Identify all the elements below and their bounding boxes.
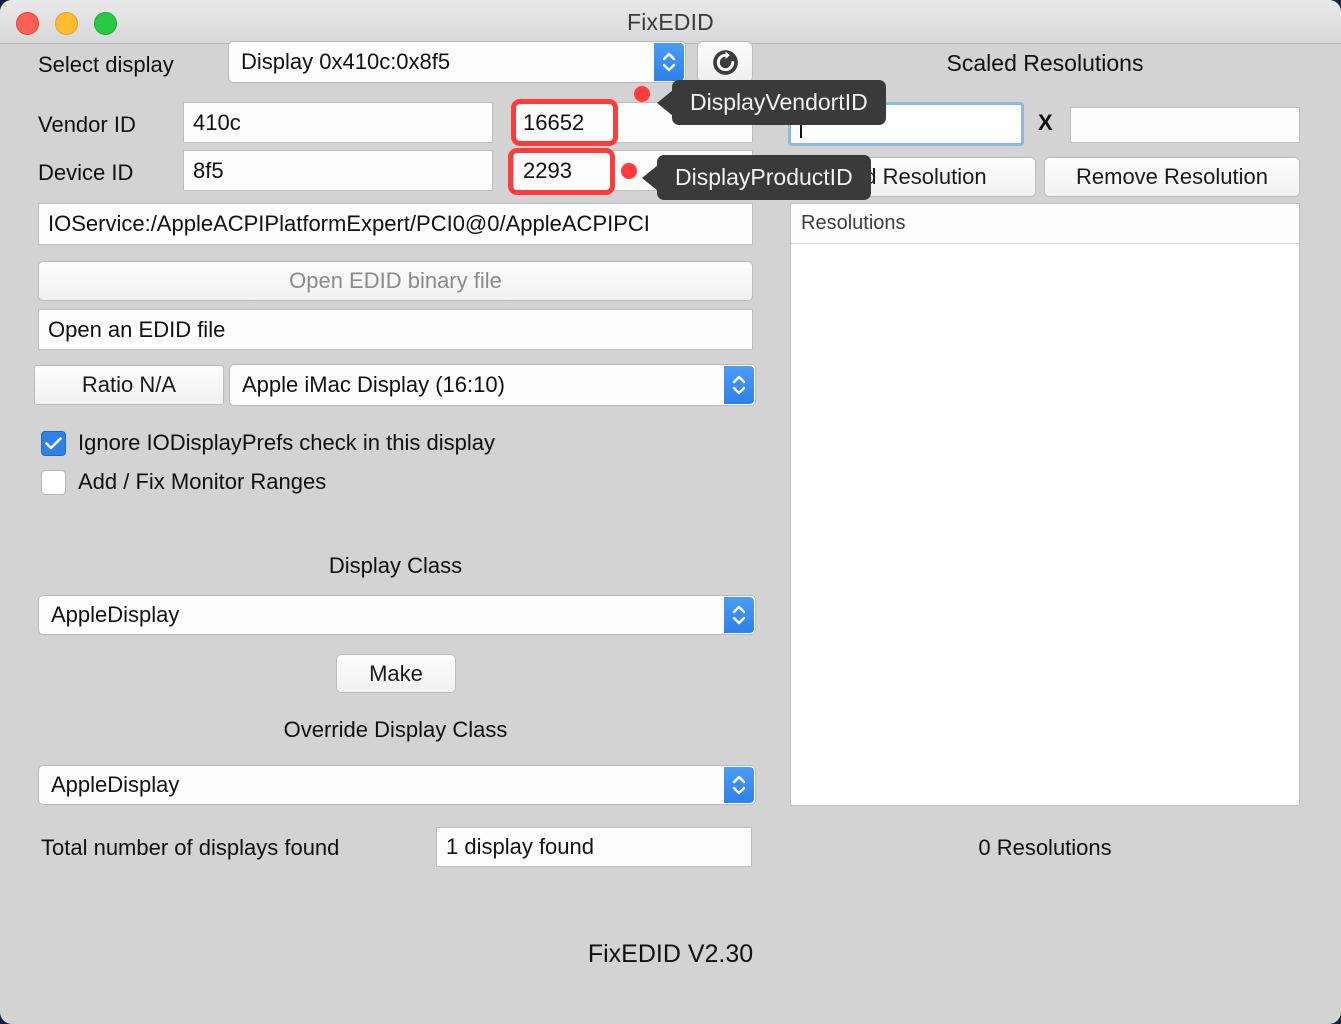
ignore-iodisplayprefs-checkbox-row[interactable]: Ignore IODisplayPrefs check in this disp… bbox=[41, 430, 495, 456]
total-displays-label: Total number of displays found bbox=[41, 835, 340, 860]
vendor-id-hex-input[interactable]: 410c bbox=[183, 102, 493, 143]
ignore-iodisplayprefs-label: Ignore IODisplayPrefs check in this disp… bbox=[78, 430, 495, 455]
ratio-label: Ratio N/A bbox=[81, 372, 177, 397]
display-class-title: Display Class bbox=[328, 553, 463, 578]
chevron-updown-icon bbox=[662, 52, 676, 72]
select-display-value: Display 0x410c:0x8f5 bbox=[241, 49, 451, 74]
total-displays-value: 1 display found bbox=[446, 834, 594, 859]
io-service-path-value: IOService:/AppleACPIPlatformExpert/PCI0@… bbox=[48, 211, 650, 236]
device-id-annotation-dot bbox=[621, 163, 637, 179]
vendor-id-hex-value: 410c bbox=[193, 109, 241, 135]
display-class-stepper[interactable] bbox=[724, 597, 754, 633]
override-display-class-combobox[interactable]: AppleDisplay bbox=[38, 765, 756, 805]
checkmark-icon bbox=[45, 436, 62, 449]
make-label: Make bbox=[369, 660, 423, 686]
display-product-id-tooltip-text: DisplayProductID bbox=[675, 164, 853, 190]
remove-resolution-label: Remove Resolution bbox=[1076, 164, 1268, 189]
app-window: FixEDID Select display Display 0x410c:0x… bbox=[0, 0, 1341, 1024]
device-id-hex-value: 8f5 bbox=[193, 157, 224, 183]
version-label: FixEDID V2.30 bbox=[587, 940, 754, 968]
override-display-class-value: AppleDisplay bbox=[51, 772, 180, 797]
add-fix-monitor-ranges-checkbox-row[interactable]: Add / Fix Monitor Ranges bbox=[41, 469, 326, 495]
resolutions-column-header-label: Resolutions bbox=[801, 212, 906, 234]
refresh-button[interactable] bbox=[697, 41, 753, 83]
chevron-updown-icon bbox=[732, 375, 746, 395]
make-button[interactable]: Make bbox=[336, 654, 456, 693]
display-class-value: AppleDisplay bbox=[51, 602, 180, 627]
scaled-resolutions-title: Scaled Resolutions bbox=[946, 50, 1144, 76]
title-bar: FixEDID bbox=[0, 0, 1341, 44]
refresh-icon bbox=[712, 49, 738, 75]
window-title: FixEDID bbox=[626, 9, 714, 35]
select-display-combobox[interactable]: Display 0x410c:0x8f5 bbox=[228, 41, 686, 83]
vendor-id-decimal-value: 16652 bbox=[523, 109, 585, 135]
add-fix-monitor-ranges-checkbox[interactable] bbox=[41, 469, 66, 495]
vendor-id-label: Vendor ID bbox=[38, 112, 136, 137]
ratio-button[interactable]: Ratio N/A bbox=[34, 365, 224, 405]
remove-resolution-button[interactable]: Remove Resolution bbox=[1044, 157, 1300, 197]
io-service-path-input[interactable]: IOService:/AppleACPIPlatformExpert/PCI0@… bbox=[38, 203, 753, 245]
vendor-id-annotation-dot bbox=[634, 86, 650, 102]
device-id-decimal-value: 2293 bbox=[523, 157, 572, 183]
open-edid-binary-label: Open EDID binary file bbox=[289, 268, 502, 293]
display-model-value: Apple iMac Display (16:10) bbox=[242, 372, 505, 397]
resolutions-column-header[interactable]: Resolutions bbox=[791, 204, 1299, 244]
open-edid-file-input[interactable]: Open an EDID file bbox=[38, 309, 753, 350]
add-fix-monitor-ranges-label: Add / Fix Monitor Ranges bbox=[78, 469, 327, 494]
display-model-stepper[interactable] bbox=[724, 366, 754, 404]
resolution-x-separator: X bbox=[1038, 110, 1053, 135]
resolutions-list-body[interactable] bbox=[791, 244, 1299, 805]
resolution-count-label: 0 Resolutions bbox=[978, 835, 1112, 860]
resolution-height-input[interactable] bbox=[1070, 107, 1300, 143]
resolutions-list[interactable]: Resolutions bbox=[790, 203, 1300, 806]
display-product-id-tooltip: DisplayProductID bbox=[657, 155, 871, 200]
select-display-label: Select display bbox=[38, 52, 174, 77]
device-id-hex-input[interactable]: 8f5 bbox=[183, 150, 493, 191]
chevron-updown-icon bbox=[732, 775, 746, 795]
display-vendor-id-tooltip-text: DisplayVendortID bbox=[690, 89, 868, 115]
display-class-combobox[interactable]: AppleDisplay bbox=[38, 595, 756, 635]
total-displays-input[interactable]: 1 display found bbox=[436, 827, 752, 867]
select-display-stepper[interactable] bbox=[654, 43, 684, 81]
device-id-label: Device ID bbox=[38, 160, 134, 185]
display-model-combobox[interactable]: Apple iMac Display (16:10) bbox=[229, 364, 756, 406]
display-vendor-id-tooltip: DisplayVendortID bbox=[672, 80, 886, 125]
override-display-class-stepper[interactable] bbox=[724, 767, 754, 803]
open-edid-file-value: Open an EDID file bbox=[48, 316, 226, 342]
ignore-iodisplayprefs-checkbox[interactable] bbox=[41, 430, 66, 456]
chevron-updown-icon bbox=[732, 605, 746, 625]
override-display-class-title: Override Display Class bbox=[283, 717, 508, 742]
open-edid-binary-button[interactable]: Open EDID binary file bbox=[38, 261, 753, 301]
